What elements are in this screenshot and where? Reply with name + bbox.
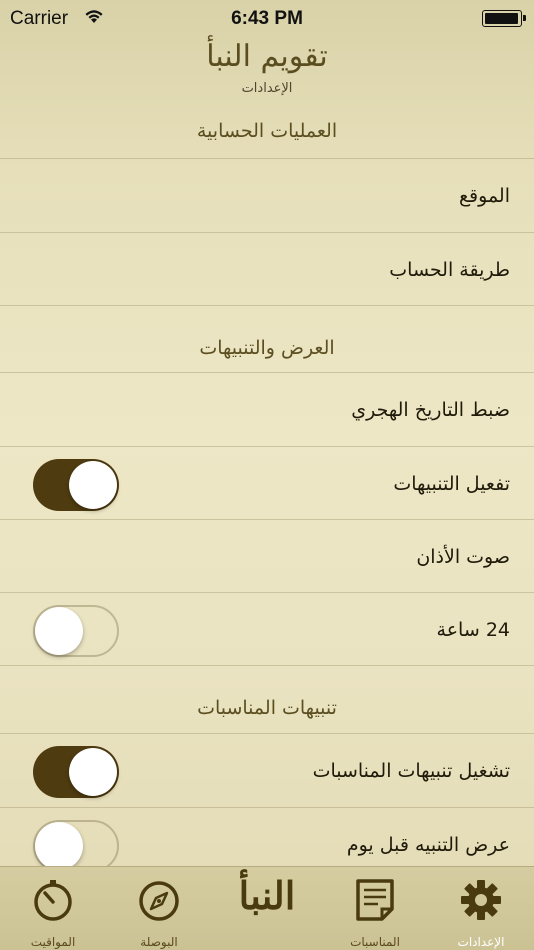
settings-row-calc-method[interactable]: طريقة الحساب xyxy=(0,232,534,306)
enable-alerts-toggle[interactable] xyxy=(33,459,119,511)
tab-bar: المواقيت البوصلة النبأ المناسبات الإعداد… xyxy=(0,866,534,950)
gear-icon xyxy=(458,877,504,927)
clock: 6:43 PM xyxy=(231,8,303,29)
row-label: ضبط التاريخ الهجري xyxy=(351,399,510,421)
tab-settings[interactable]: الإعدادات xyxy=(428,867,534,950)
alert-day-before-toggle[interactable] xyxy=(33,820,119,872)
24-hour-toggle[interactable] xyxy=(33,605,119,657)
compass-icon xyxy=(136,877,182,927)
occasion-alerts-toggle[interactable] xyxy=(33,746,119,798)
row-label: تفعيل التنبيهات xyxy=(393,473,510,495)
toggle-knob xyxy=(35,822,83,870)
app-logo: النبأ xyxy=(238,873,296,918)
section-header-occasion-alerts: تنبيهات المناسبات xyxy=(0,665,534,733)
settings-row-adhan-sound[interactable]: صوت الأذان xyxy=(0,519,534,593)
settings-row-enable-alerts: تفعيل التنبيهات xyxy=(0,446,534,520)
tab-label: المناسبات xyxy=(350,935,400,949)
tab-label: المواقيت xyxy=(30,935,76,949)
tab-home-logo[interactable]: النبأ xyxy=(212,867,322,950)
tab-compass[interactable]: البوصلة xyxy=(106,867,212,950)
row-label: الموقع xyxy=(458,185,510,207)
app-title: تقويم النبأ xyxy=(206,39,328,74)
row-label: 24 ساعة xyxy=(436,619,510,641)
tab-prayer-times[interactable]: المواقيت xyxy=(0,867,106,950)
settings-row-24-hour: 24 ساعة xyxy=(0,592,534,666)
section-header-calculations: العمليات الحسابية xyxy=(196,120,338,142)
settings-row-location[interactable]: الموقع xyxy=(0,158,534,232)
notes-icon xyxy=(352,877,398,927)
tab-label: البوصلة xyxy=(140,935,178,949)
row-label: صوت الأذان xyxy=(416,546,510,568)
settings-row-hijri-adjust[interactable]: ضبط التاريخ الهجري xyxy=(0,372,534,446)
tab-occasions[interactable]: المناسبات xyxy=(322,867,428,950)
battery-icon xyxy=(482,10,526,27)
row-label: طريقة الحساب xyxy=(389,259,510,281)
toggle-knob xyxy=(35,607,83,655)
row-label: تشغيل تنبيهات المناسبات xyxy=(312,760,510,782)
toggle-knob xyxy=(69,461,117,509)
section-header-display-alerts: العرض والتنبيهات xyxy=(0,305,534,373)
tab-label: الإعدادات xyxy=(457,935,505,949)
settings-row-occasion-alerts: تشغيل تنبيهات المناسبات xyxy=(0,733,534,807)
stopwatch-icon xyxy=(30,877,76,927)
page-header: تقويم النبأ الإعدادات xyxy=(0,36,534,98)
toggle-knob xyxy=(69,748,117,796)
page-subtitle: الإعدادات xyxy=(241,81,293,96)
status-bar: Carrier 6:43 PM xyxy=(0,0,534,38)
